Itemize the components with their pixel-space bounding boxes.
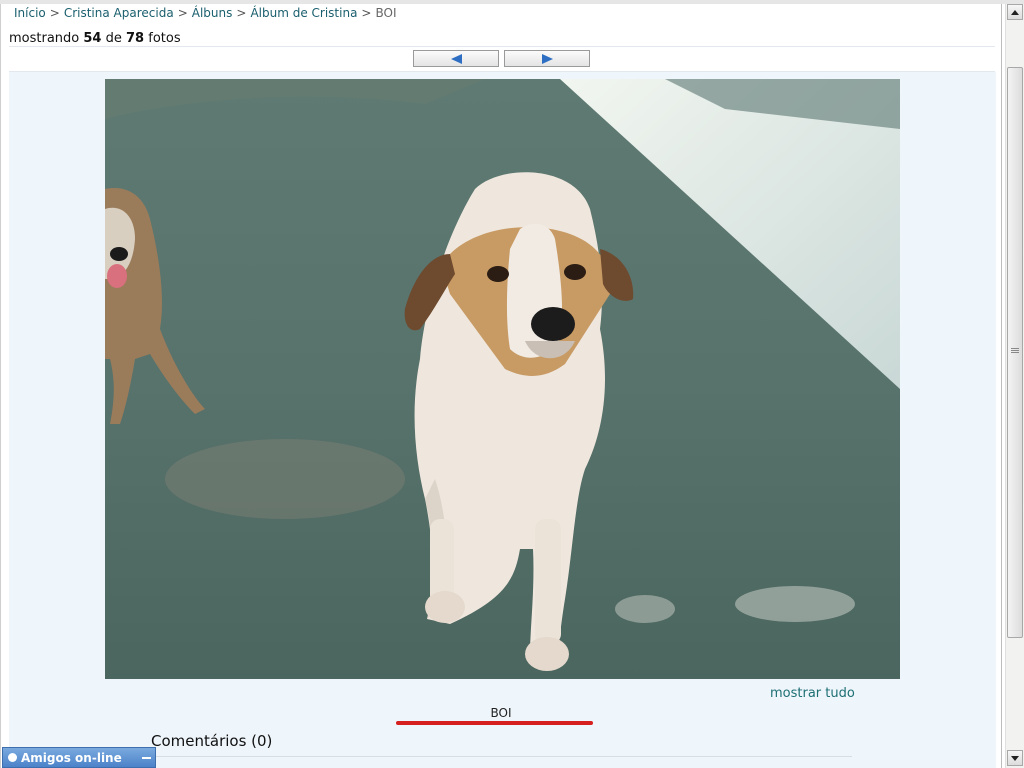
- breadcrumb-separator: >: [236, 6, 247, 20]
- photo-caption: BOI: [490, 706, 512, 720]
- status-dot-icon: [8, 753, 17, 762]
- breadcrumb-profile[interactable]: Cristina Aparecida: [64, 6, 174, 20]
- comments-title: Comentários (0): [151, 732, 273, 750]
- chevron-down-icon: [1011, 755, 1019, 761]
- friends-online-label: Amigos on-line: [21, 750, 122, 765]
- scroll-down-button[interactable]: [1007, 750, 1023, 766]
- scroll-up-button[interactable]: [1007, 4, 1023, 20]
- breadcrumb-separator: >: [49, 6, 60, 20]
- grip-icon: [1011, 348, 1019, 349]
- next-photo-button[interactable]: [504, 50, 590, 67]
- previous-photo-button[interactable]: [413, 50, 499, 67]
- breadcrumb-home[interactable]: Início: [14, 6, 46, 20]
- photo[interactable]: [105, 79, 900, 679]
- photo-counter: mostrando 54 de 78 fotos: [9, 31, 181, 46]
- breadcrumb-current: BOI: [375, 6, 397, 20]
- chevron-up-icon: [1011, 9, 1019, 15]
- breadcrumb-separator: >: [177, 6, 188, 20]
- caption-underline: [396, 721, 593, 725]
- breadcrumb: Início > Cristina Aparecida > Álbuns > Álbum d…: [14, 6, 397, 20]
- counter-prefix: mostrando: [9, 31, 80, 46]
- minimize-icon[interactable]: [142, 756, 151, 759]
- breadcrumb-album[interactable]: Álbum de Cristina: [250, 6, 357, 20]
- counter-total: 78: [126, 31, 145, 46]
- divider: [151, 756, 852, 757]
- vertical-scrollbar[interactable]: [1005, 4, 1024, 768]
- right-arrow-icon: [541, 53, 553, 64]
- breadcrumb-albums[interactable]: Álbuns: [192, 6, 233, 20]
- left-arrow-icon: [450, 53, 462, 64]
- breadcrumb-separator: >: [361, 6, 372, 20]
- show-all-link[interactable]: mostrar tudo: [770, 686, 855, 701]
- dog-photo-image: [105, 79, 900, 679]
- scroll-thumb[interactable]: [1007, 67, 1023, 638]
- counter-suffix: fotos: [148, 31, 181, 46]
- counter-middle: de: [105, 31, 122, 46]
- friends-online-bar[interactable]: Amigos on-line: [2, 747, 156, 768]
- divider: [9, 46, 995, 47]
- counter-current: 54: [83, 31, 102, 46]
